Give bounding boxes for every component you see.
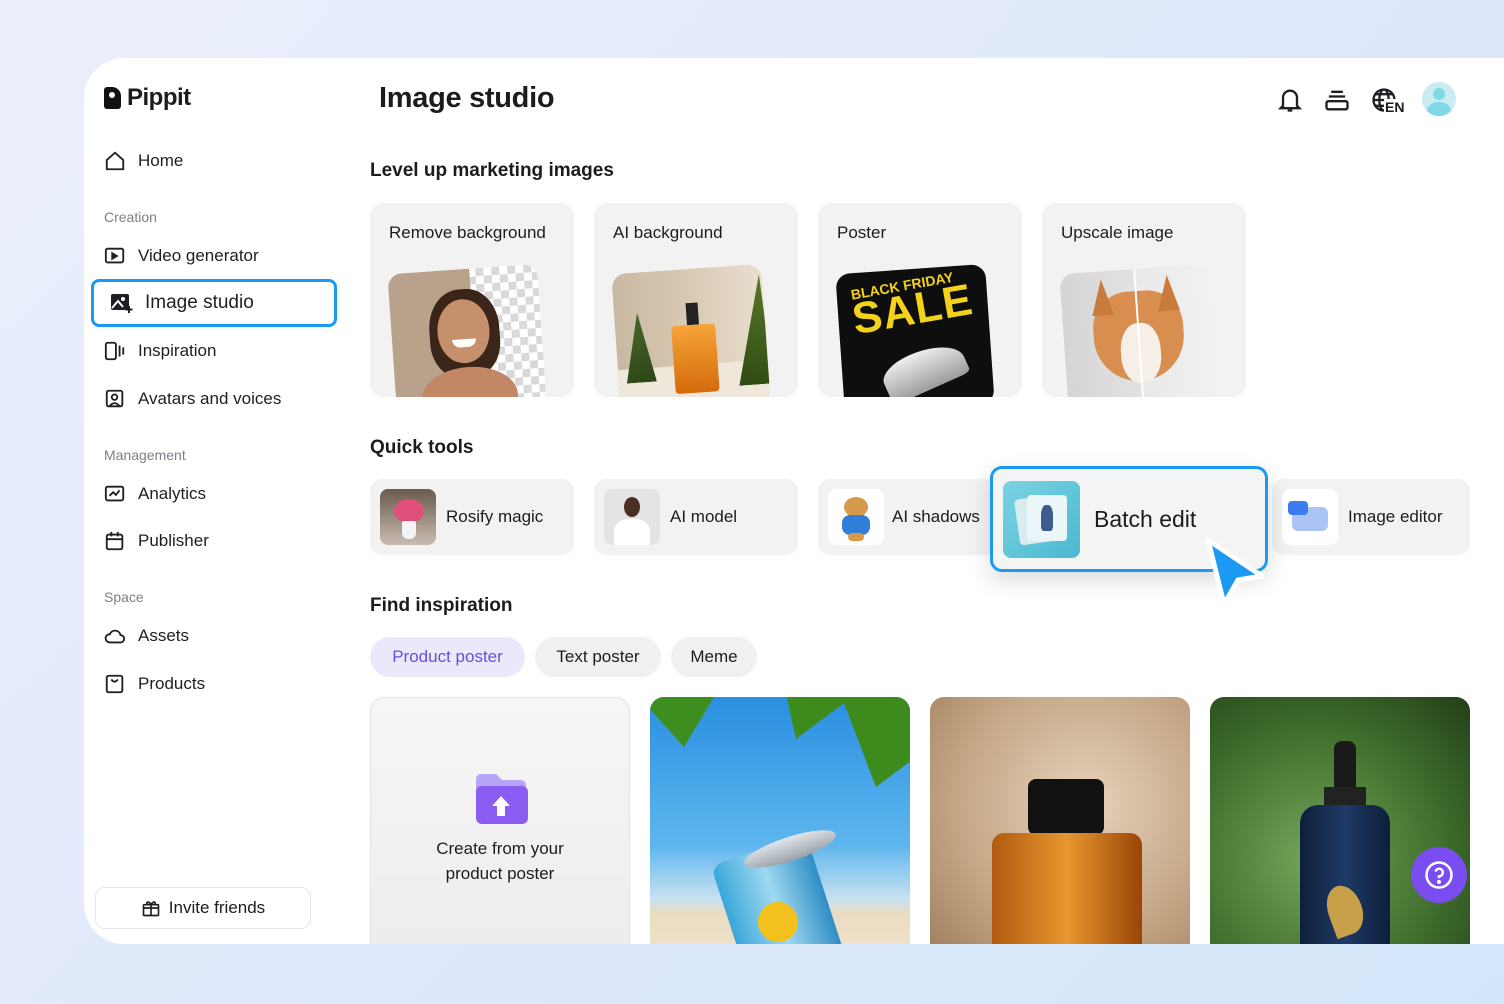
tab-label: Text poster bbox=[556, 647, 640, 666]
create-card-line2: product poster bbox=[445, 864, 555, 883]
tool-label: Batch edit bbox=[1094, 505, 1197, 532]
product-box-icon bbox=[105, 674, 124, 694]
ai-model-thumbnail bbox=[604, 489, 660, 545]
sidebar-item-analytics[interactable]: Analytics bbox=[104, 483, 206, 505]
ai-model-tool[interactable]: AI model bbox=[594, 479, 798, 555]
sidebar-item-assets[interactable]: Assets bbox=[104, 625, 189, 647]
gift-icon bbox=[142, 901, 160, 917]
remove-background-card[interactable]: Remove background bbox=[370, 203, 574, 397]
stack-icon[interactable] bbox=[1323, 86, 1351, 114]
sidebar-item-avatars[interactable]: Avatars and voices bbox=[104, 388, 281, 410]
create-product-poster-card[interactable]: Create from your product poster bbox=[370, 697, 630, 944]
tab-text-poster[interactable]: Text poster bbox=[535, 637, 661, 677]
cloud-icon bbox=[104, 629, 126, 644]
tool-label: AI shadows bbox=[892, 507, 980, 526]
image-editor-tool[interactable]: Image editor bbox=[1272, 479, 1470, 555]
sidebar-item-label: Publisher bbox=[138, 531, 209, 550]
sidebar-item-publisher[interactable]: Publisher bbox=[104, 530, 209, 552]
home-icon bbox=[105, 151, 125, 171]
user-avatar[interactable] bbox=[1422, 82, 1456, 116]
tab-product-poster[interactable]: Product poster bbox=[370, 637, 525, 677]
inspiration-card-perfume[interactable] bbox=[930, 697, 1190, 944]
create-card-line1: Create from your bbox=[436, 839, 564, 858]
card-label: AI background bbox=[613, 223, 723, 242]
video-generator-icon bbox=[104, 247, 125, 264]
sidebar-item-label: Home bbox=[138, 151, 184, 170]
inspiration-card-soda-can[interactable] bbox=[650, 697, 910, 944]
section-label-creation: Creation bbox=[104, 209, 157, 225]
rosify-magic-tool[interactable]: Rosify magic bbox=[370, 479, 574, 555]
bell-icon[interactable] bbox=[1276, 86, 1304, 114]
sidebar-item-label: Video generator bbox=[138, 246, 259, 265]
ai-background-card[interactable]: AI background bbox=[594, 203, 798, 397]
sidebar-item-label: Assets bbox=[138, 626, 190, 645]
calendar-icon bbox=[105, 531, 124, 551]
sidebar-item-label: Avatars and voices bbox=[138, 389, 282, 408]
inspiration-icon bbox=[104, 341, 125, 361]
ai-shadows-thumbnail bbox=[828, 489, 884, 545]
avatar-icon bbox=[105, 389, 124, 408]
poster-card[interactable]: Poster BLACK FRIDAY SALE bbox=[818, 203, 1022, 397]
section-heading-inspiration: Find inspiration bbox=[370, 595, 513, 616]
batch-edit-thumbnail bbox=[1003, 480, 1080, 558]
invite-label: Invite friends bbox=[168, 898, 266, 917]
image-editor-thumbnail bbox=[1282, 489, 1338, 545]
tab-label: Meme bbox=[690, 647, 738, 666]
sidebar-item-inspiration[interactable]: Inspiration bbox=[104, 340, 216, 362]
pippit-logo-icon bbox=[104, 87, 121, 109]
remove-background-thumbnail bbox=[387, 263, 547, 397]
section-label-space: Space bbox=[104, 589, 144, 605]
card-label: Remove background bbox=[389, 223, 546, 242]
poster-thumbnail: BLACK FRIDAY SALE bbox=[835, 263, 995, 397]
section-label-management: Management bbox=[104, 447, 186, 463]
upscale-image-card[interactable]: Upscale image bbox=[1042, 203, 1246, 397]
sidebar-item-label: Products bbox=[138, 674, 206, 693]
question-mark-icon bbox=[1425, 861, 1453, 889]
tab-label: Product poster bbox=[392, 647, 503, 666]
sidebar-item-home[interactable]: Home bbox=[104, 150, 183, 172]
pippit-logo[interactable]: Pippit bbox=[104, 84, 191, 112]
tool-label: AI model bbox=[670, 507, 738, 526]
card-label: Upscale image bbox=[1061, 223, 1174, 242]
section-heading-quick-tools: Quick tools bbox=[370, 437, 474, 458]
inspiration-card-serum-bottle[interactable] bbox=[1210, 697, 1470, 944]
tool-label: Rosify magic bbox=[446, 507, 544, 526]
create-card-text: Create from your product poster bbox=[371, 836, 629, 886]
sidebar-item-products[interactable]: Products bbox=[104, 673, 205, 695]
analytics-icon bbox=[104, 485, 125, 502]
upscale-image-thumbnail bbox=[1059, 263, 1219, 397]
invite-friends-button[interactable]: Invite friends bbox=[95, 887, 311, 929]
sidebar-item-label: Image studio bbox=[145, 292, 254, 313]
tool-label: Image editor bbox=[1348, 507, 1443, 526]
language-selector[interactable]: EN bbox=[1370, 84, 1408, 118]
card-label: Poster bbox=[837, 223, 887, 242]
image-studio-icon bbox=[111, 294, 133, 313]
page-title: Image studio bbox=[379, 82, 555, 114]
section-heading-marketing: Level up marketing images bbox=[370, 160, 614, 181]
sidebar-item-image-studio[interactable]: Image studio bbox=[91, 279, 337, 327]
ai-background-thumbnail bbox=[611, 263, 771, 397]
folder-upload-icon bbox=[476, 774, 528, 824]
brand-name: Pippit bbox=[127, 84, 191, 111]
sidebar-item-label: Analytics bbox=[138, 484, 207, 503]
language-code: EN bbox=[1384, 99, 1406, 115]
app-window: Pippit Home Creation Video generator Ima… bbox=[84, 58, 1504, 944]
tab-meme[interactable]: Meme bbox=[671, 637, 757, 677]
sidebar-item-label: Inspiration bbox=[138, 341, 217, 360]
sidebar-item-video-generator[interactable]: Video generator bbox=[104, 245, 259, 267]
help-button[interactable] bbox=[1411, 847, 1467, 903]
mouse-pointer-icon bbox=[1205, 537, 1265, 607]
rosify-magic-thumbnail bbox=[380, 489, 436, 545]
